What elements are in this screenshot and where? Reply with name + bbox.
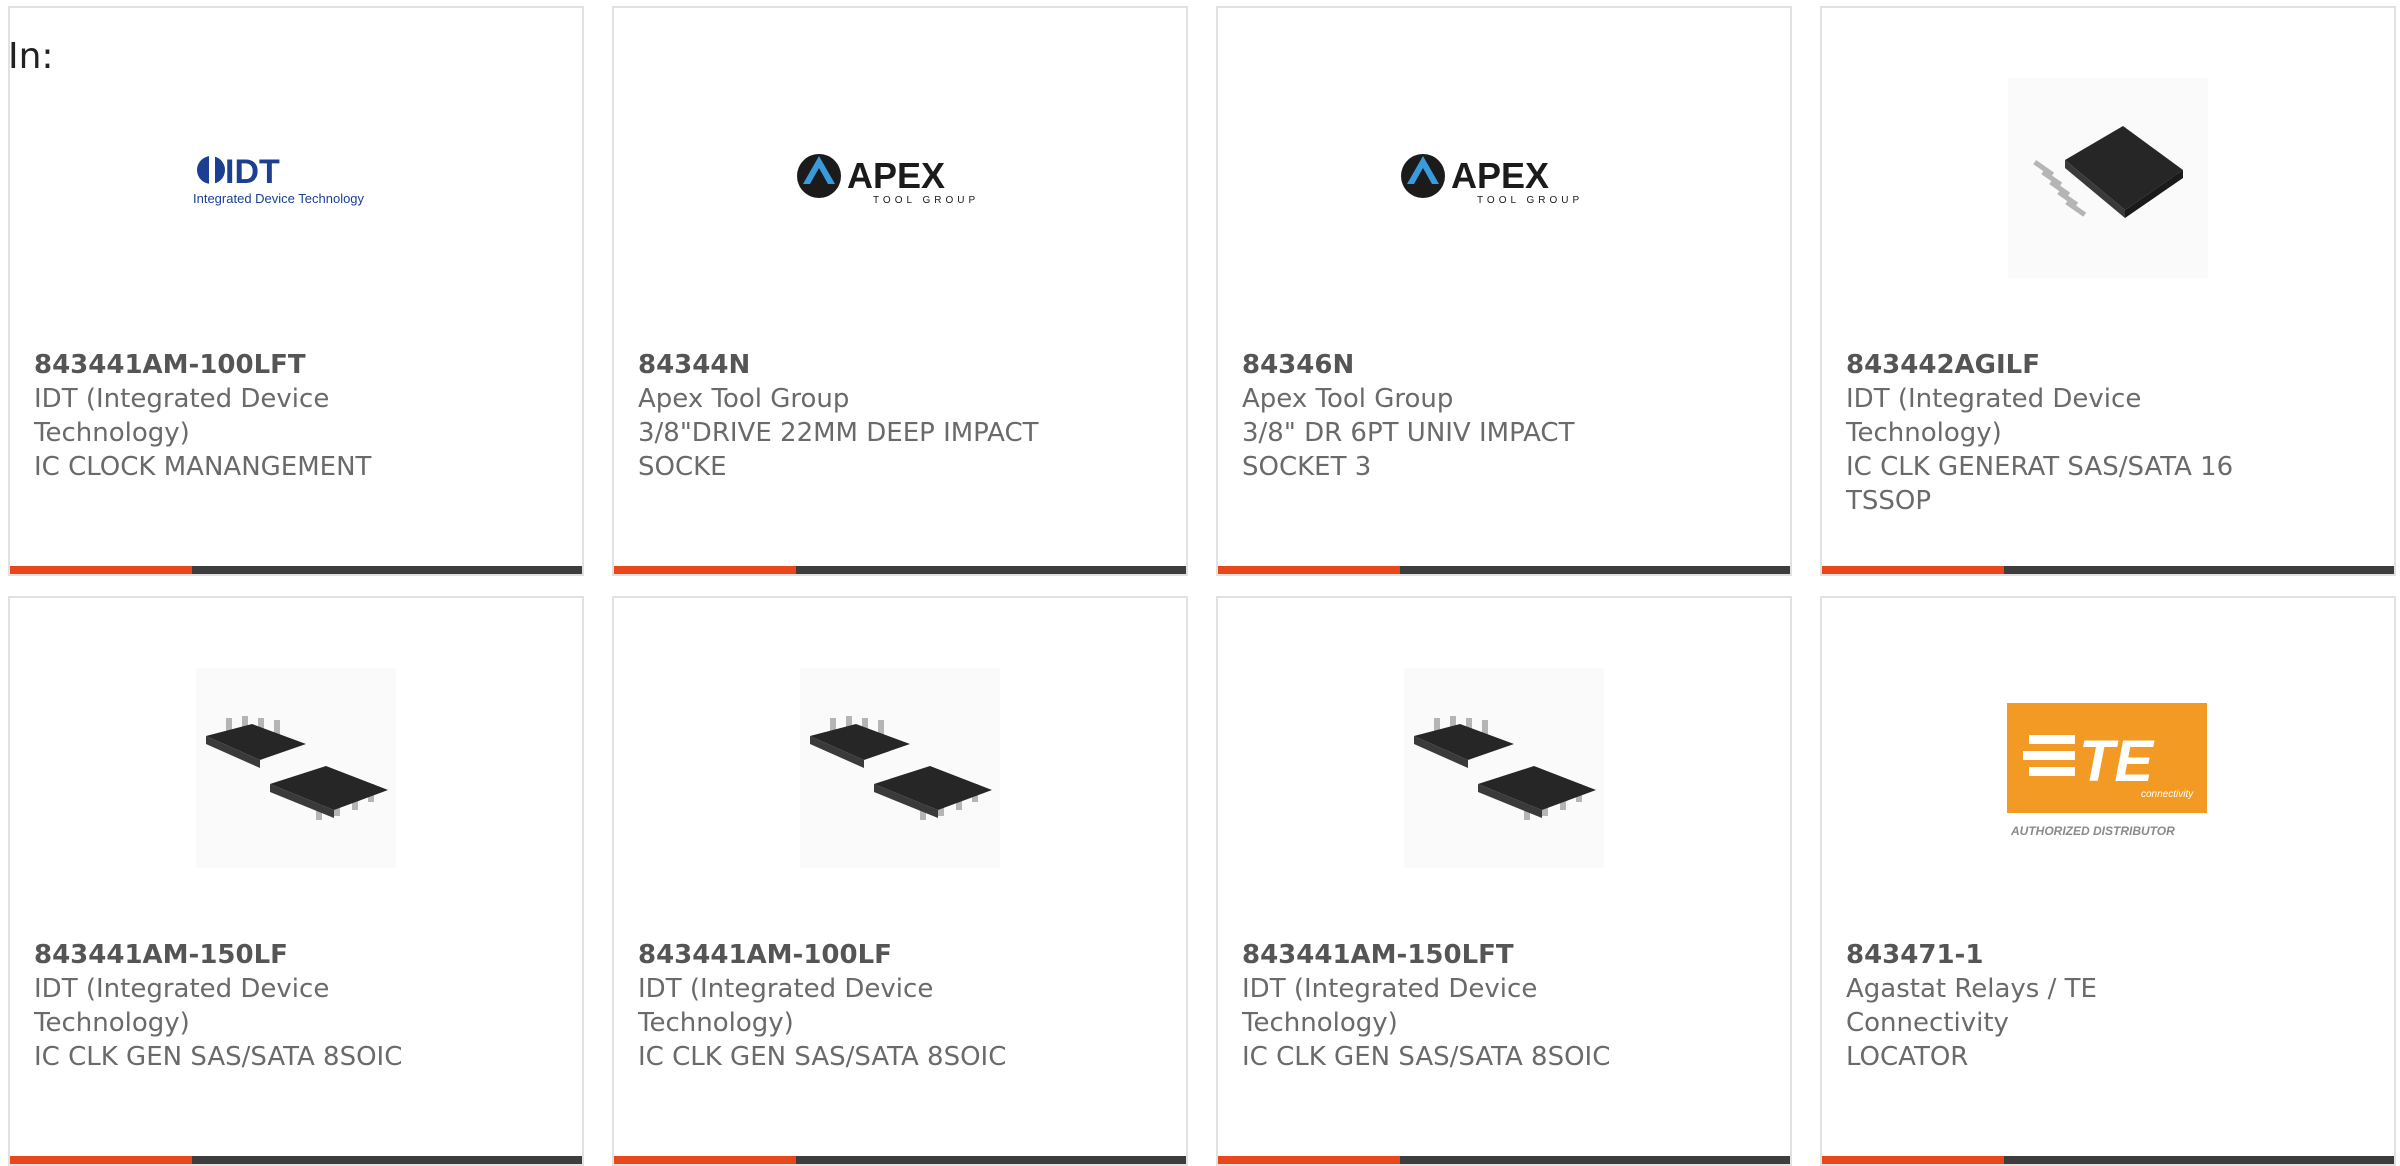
- description: IC CLK GEN SAS/SATA 8SOIC: [34, 1042, 403, 1072]
- description: 3/8" DR 6PT UNIV IMPACT SOCKET 3: [1242, 418, 1575, 482]
- product-card[interactable]: 843442AGILF IDT (Integrated Device Techn…: [1820, 6, 2396, 576]
- tssop-chip-icon: [2033, 126, 2183, 218]
- soic-chip-icon: [206, 716, 388, 820]
- description: IC CLOCK MANANGEMENT: [34, 452, 372, 482]
- manufacturer: IDT (Integrated Device Technology): [638, 974, 934, 1038]
- card-bar-accent: [614, 566, 796, 574]
- soic-chip-photo: [196, 668, 396, 868]
- in-label: In:: [8, 36, 54, 77]
- manufacturer: Agastat Relays / TE Connectivity: [1846, 974, 2097, 1038]
- manufacturer: Apex Tool Group: [638, 384, 850, 414]
- product-text: 843441AM-100LF IDT (Integrated Device Te…: [638, 938, 1058, 1074]
- product-text: 843441AM-150LF IDT (Integrated Device Te…: [34, 938, 454, 1074]
- te-logo: TE connectivity AUTHORIZED DISTRIBUTOR: [2007, 703, 2207, 838]
- svg-text:AUTHORIZED DISTRIBUTOR: AUTHORIZED DISTRIBUTOR: [2010, 824, 2175, 838]
- product-text: 843441AM-100LFT IDT (Integrated Device T…: [34, 348, 454, 484]
- product-card[interactable]: 843441AM-150LFT IDT (Integrated Device T…: [1216, 596, 1792, 1166]
- card-bar-accent: [10, 566, 192, 574]
- product-text: 843471-1 Agastat Relays / TE Connectivit…: [1846, 938, 2266, 1074]
- part-number[interactable]: 843441AM-150LFT: [1242, 938, 1662, 972]
- product-card[interactable]: APEX TOOL GROUP 84346N Apex Tool Group 3…: [1216, 6, 1792, 576]
- card-bar: [614, 566, 1186, 574]
- product-card[interactable]: 843441AM-150LF IDT (Integrated Device Te…: [8, 596, 584, 1166]
- svg-text:connectivity: connectivity: [2141, 789, 2194, 800]
- apex-logo: APEX TOOL GROUP: [1401, 154, 1583, 206]
- card-bar: [1218, 566, 1790, 574]
- svg-text:Integrated Device Technology: Integrated Device Technology: [193, 191, 365, 206]
- card-bar: [10, 1156, 582, 1164]
- card-bar: [10, 566, 582, 574]
- product-image[interactable]: [1218, 660, 1790, 876]
- part-number[interactable]: 84346N: [1242, 348, 1662, 382]
- product-image[interactable]: [614, 660, 1186, 876]
- product-image[interactable]: TE connectivity AUTHORIZED DISTRIBUTOR: [1822, 660, 2394, 876]
- card-bar: [1218, 1156, 1790, 1164]
- product-card[interactable]: IDT Integrated Device Technology 843441A…: [8, 6, 584, 576]
- apex-logo: APEX TOOL GROUP: [797, 154, 979, 206]
- product-text: 843441AM-150LFT IDT (Integrated Device T…: [1242, 938, 1662, 1074]
- product-text: 843442AGILF IDT (Integrated Device Techn…: [1846, 348, 2266, 518]
- svg-text:IDT: IDT: [225, 153, 280, 191]
- product-text: 84346N Apex Tool Group 3/8" DR 6PT UNIV …: [1242, 348, 1662, 484]
- svg-text:TOOL GROUP: TOOL GROUP: [1477, 195, 1583, 206]
- soic-chip-icon: [1414, 716, 1596, 820]
- card-bar-accent: [10, 1156, 192, 1164]
- product-image[interactable]: IDT Integrated Device Technology: [10, 70, 582, 286]
- card-bar: [1822, 566, 2394, 574]
- manufacturer: IDT (Integrated Device Technology): [1242, 974, 1538, 1038]
- product-image[interactable]: [1822, 70, 2394, 286]
- manufacturer: IDT (Integrated Device Technology): [34, 384, 330, 448]
- product-image[interactable]: APEX TOOL GROUP: [1218, 70, 1790, 286]
- card-bar: [1822, 1156, 2394, 1164]
- svg-text:TE: TE: [2079, 729, 2155, 794]
- card-bar-accent: [1218, 566, 1400, 574]
- description: IC CLK GENERAT SAS/SATA 16 TSSOP: [1846, 452, 2234, 516]
- card-bar: [614, 1156, 1186, 1164]
- product-card[interactable]: TE connectivity AUTHORIZED DISTRIBUTOR 8…: [1820, 596, 2396, 1166]
- product-card[interactable]: 843441AM-100LF IDT (Integrated Device Te…: [612, 596, 1188, 1166]
- manufacturer: IDT (Integrated Device Technology): [1846, 384, 2142, 448]
- part-number[interactable]: 84344N: [638, 348, 1058, 382]
- part-number[interactable]: 843441AM-100LFT: [34, 348, 454, 382]
- manufacturer: IDT (Integrated Device Technology): [34, 974, 330, 1038]
- description: IC CLK GEN SAS/SATA 8SOIC: [638, 1042, 1007, 1072]
- part-number[interactable]: 843441AM-100LF: [638, 938, 1058, 972]
- description: 3/8"DRIVE 22MM DEEP IMPACT SOCKE: [638, 418, 1039, 482]
- manufacturer: Apex Tool Group: [1242, 384, 1454, 414]
- card-bar-accent: [1218, 1156, 1400, 1164]
- description: IC CLK GEN SAS/SATA 8SOIC: [1242, 1042, 1611, 1072]
- svg-text:TOOL GROUP: TOOL GROUP: [873, 195, 979, 206]
- card-bar-accent: [1822, 1156, 2004, 1164]
- product-grid: In: IDT Integrated Device Technology 843…: [0, 0, 2400, 1166]
- tssop-chip-photo: [2008, 78, 2208, 278]
- card-bar-accent: [1822, 566, 2004, 574]
- idt-logo: IDT Integrated Device Technology: [193, 153, 365, 206]
- product-image[interactable]: APEX TOOL GROUP: [614, 70, 1186, 286]
- description: LOCATOR: [1846, 1042, 1969, 1072]
- product-card[interactable]: APEX TOOL GROUP 84344N Apex Tool Group 3…: [612, 6, 1188, 576]
- svg-text:APEX: APEX: [1451, 155, 1549, 196]
- soic-chip-icon: [810, 716, 992, 820]
- part-number[interactable]: 843442AGILF: [1846, 348, 2266, 382]
- soic-chip-photo: [1404, 668, 1604, 868]
- product-image[interactable]: [10, 660, 582, 876]
- svg-text:APEX: APEX: [847, 155, 945, 196]
- soic-chip-photo: [800, 668, 1000, 868]
- part-number[interactable]: 843471-1: [1846, 938, 2266, 972]
- part-number[interactable]: 843441AM-150LF: [34, 938, 454, 972]
- card-bar-accent: [614, 1156, 796, 1164]
- product-text: 84344N Apex Tool Group 3/8"DRIVE 22MM DE…: [638, 348, 1058, 484]
